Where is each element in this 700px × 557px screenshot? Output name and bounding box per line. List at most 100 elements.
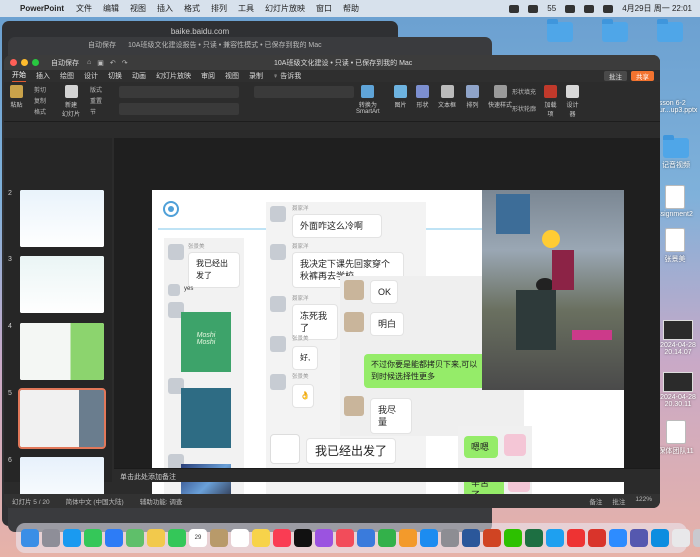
reset-button[interactable]: 重置 [90, 96, 102, 105]
tab-home[interactable]: 开始 [12, 70, 26, 83]
trash-icon[interactable] [693, 529, 700, 547]
launchpad-icon[interactable] [42, 529, 60, 547]
podcasts-icon[interactable] [315, 529, 333, 547]
addins-button[interactable]: 加载 项 [544, 85, 557, 118]
calendar-icon[interactable]: 29 [189, 529, 207, 547]
slide-editing-area[interactable]: 张景美 我已经出发了 yes Moshi Moshi 聂家洋 外面咋这么冷啊 聂… [114, 138, 660, 508]
control-center-icon[interactable] [603, 4, 614, 13]
tab-design[interactable]: 设计 [84, 71, 98, 81]
home-icon[interactable]: ⌂ [87, 59, 91, 67]
new-slide-button[interactable]: 新建 幻灯片 [62, 85, 80, 118]
menubar-clock[interactable]: 4月29日 周一 22:01 [622, 3, 692, 14]
font-name-box[interactable] [119, 86, 239, 98]
mail-icon[interactable] [105, 529, 123, 547]
desktop-folder[interactable] [640, 19, 700, 44]
desktop-screenshot[interactable]: 2024-04-28 20.14.07 [656, 320, 700, 356]
language-indicator[interactable]: 简体中文 (中国大陆) [66, 496, 124, 506]
minimize-window-button[interactable] [21, 59, 28, 66]
menubar-item-view[interactable]: 视图 [130, 3, 146, 14]
desktop-file[interactable]: esson 6-2 our...up3.pptx [655, 100, 700, 114]
font-format-row[interactable] [119, 103, 239, 115]
menubar-item-format[interactable]: 格式 [184, 3, 200, 14]
tab-review[interactable]: 审阅 [201, 71, 215, 81]
qq-icon[interactable] [546, 529, 564, 547]
shape-button[interactable]: 形状 [416, 85, 429, 109]
zoom-window-button[interactable] [32, 59, 39, 66]
music-icon[interactable] [273, 529, 291, 547]
designer-button[interactable]: 设计 器 [566, 85, 579, 118]
safari-icon[interactable] [63, 529, 81, 547]
comments-toggle[interactable]: 批注 [612, 496, 625, 506]
slide-thumbnail[interactable] [20, 256, 104, 313]
menubar-item-edit[interactable]: 编辑 [103, 3, 119, 14]
comments-button[interactable]: 批注 [604, 71, 627, 81]
paragraph-row[interactable] [254, 86, 354, 98]
settings-icon[interactable] [441, 529, 459, 547]
notes-toggle[interactable]: 备注 [589, 496, 602, 506]
menubar-item-arrange[interactable]: 排列 [211, 3, 227, 14]
slide-thumbnail-selected[interactable] [18, 388, 106, 449]
search-icon[interactable] [584, 4, 595, 13]
tab-draw[interactable]: 绘图 [60, 71, 74, 81]
shape-outline-button[interactable]: 形状轮廓 [512, 104, 536, 113]
notes-placeholder[interactable]: 单击此处添加备注 [120, 474, 176, 481]
messages-icon[interactable] [84, 529, 102, 547]
zoom-icon[interactable] [609, 529, 627, 547]
menubar-item-window[interactable]: 窗口 [316, 3, 332, 14]
powerpoint-icon[interactable] [483, 529, 501, 547]
share-button[interactable]: 共享 [631, 71, 654, 81]
status-app-icon[interactable] [528, 4, 539, 13]
accessibility-indicator[interactable]: 辅助功能: 调查 [140, 496, 183, 506]
reminders-icon[interactable] [231, 529, 249, 547]
wechat-icon[interactable] [504, 529, 522, 547]
redo-icon[interactable]: ↷ [122, 59, 128, 67]
news-icon[interactable] [336, 529, 354, 547]
paste-button[interactable]: 粘贴 [10, 85, 23, 109]
wps-icon[interactable] [588, 529, 606, 547]
youdao-icon[interactable] [567, 529, 585, 547]
wifi-icon[interactable] [565, 4, 576, 13]
menubar-item-file[interactable]: 文件 [76, 3, 92, 14]
arrange-button[interactable]: 排列 [466, 85, 479, 109]
browser-url[interactable]: baike.baidu.com [171, 27, 229, 36]
tab-slideshow[interactable]: 幻灯片放映 [156, 71, 191, 81]
tab-tell-me[interactable]: ♀ 告诉我 [273, 71, 301, 81]
section-button[interactable]: 节 [90, 107, 96, 116]
textbox-button[interactable]: 文本框 [438, 85, 456, 109]
tab-insert[interactable]: 插入 [36, 71, 50, 81]
notes-pane[interactable]: 单击此处添加备注 [114, 468, 660, 482]
edge-icon[interactable] [651, 529, 669, 547]
menubar-item-slideshow[interactable]: 幻灯片放映 [265, 3, 305, 14]
shape-fill-button[interactable]: 形状填充 [512, 87, 536, 96]
layout-button[interactable]: 版式 [90, 85, 102, 94]
keynote-icon[interactable] [357, 529, 375, 547]
facetime-icon[interactable] [168, 529, 186, 547]
copy-button[interactable]: 复制 [34, 96, 46, 105]
desktop-screenshot[interactable]: 2024-04-28 20.30.11 [656, 372, 700, 408]
cut-button[interactable]: 剪切 [34, 85, 46, 94]
autosave-toggle[interactable]: 自动保存 [51, 58, 79, 68]
menubar-item-help[interactable]: 帮助 [343, 3, 359, 14]
slide-thumbnail-pane[interactable]: 2 3 4 5 6 7 [4, 138, 112, 508]
finder-icon[interactable] [21, 529, 39, 547]
close-window-button[interactable] [10, 59, 17, 66]
tab-animations[interactable]: 动画 [132, 71, 146, 81]
word-icon[interactable] [462, 529, 480, 547]
excel-icon[interactable] [525, 529, 543, 547]
preview-icon[interactable] [672, 529, 690, 547]
contacts-icon[interactable] [210, 529, 228, 547]
quick-styles-button[interactable]: 快速样式 [488, 85, 512, 109]
battery-percent[interactable]: 55 [547, 4, 556, 13]
menubar-item-insert[interactable]: 插入 [157, 3, 173, 14]
zoom-level[interactable]: 122% [635, 496, 652, 506]
desktop-folder[interactable] [585, 19, 645, 44]
notes-icon[interactable] [252, 529, 270, 547]
tv-icon[interactable] [294, 529, 312, 547]
slide-thumbnail[interactable] [20, 323, 104, 380]
maps-icon[interactable] [126, 529, 144, 547]
numbers-icon[interactable] [378, 529, 396, 547]
pages-icon[interactable] [399, 529, 417, 547]
tab-record[interactable]: 录制 [249, 71, 263, 81]
status-app-icon[interactable] [509, 4, 520, 13]
app-store-icon[interactable] [420, 529, 438, 547]
